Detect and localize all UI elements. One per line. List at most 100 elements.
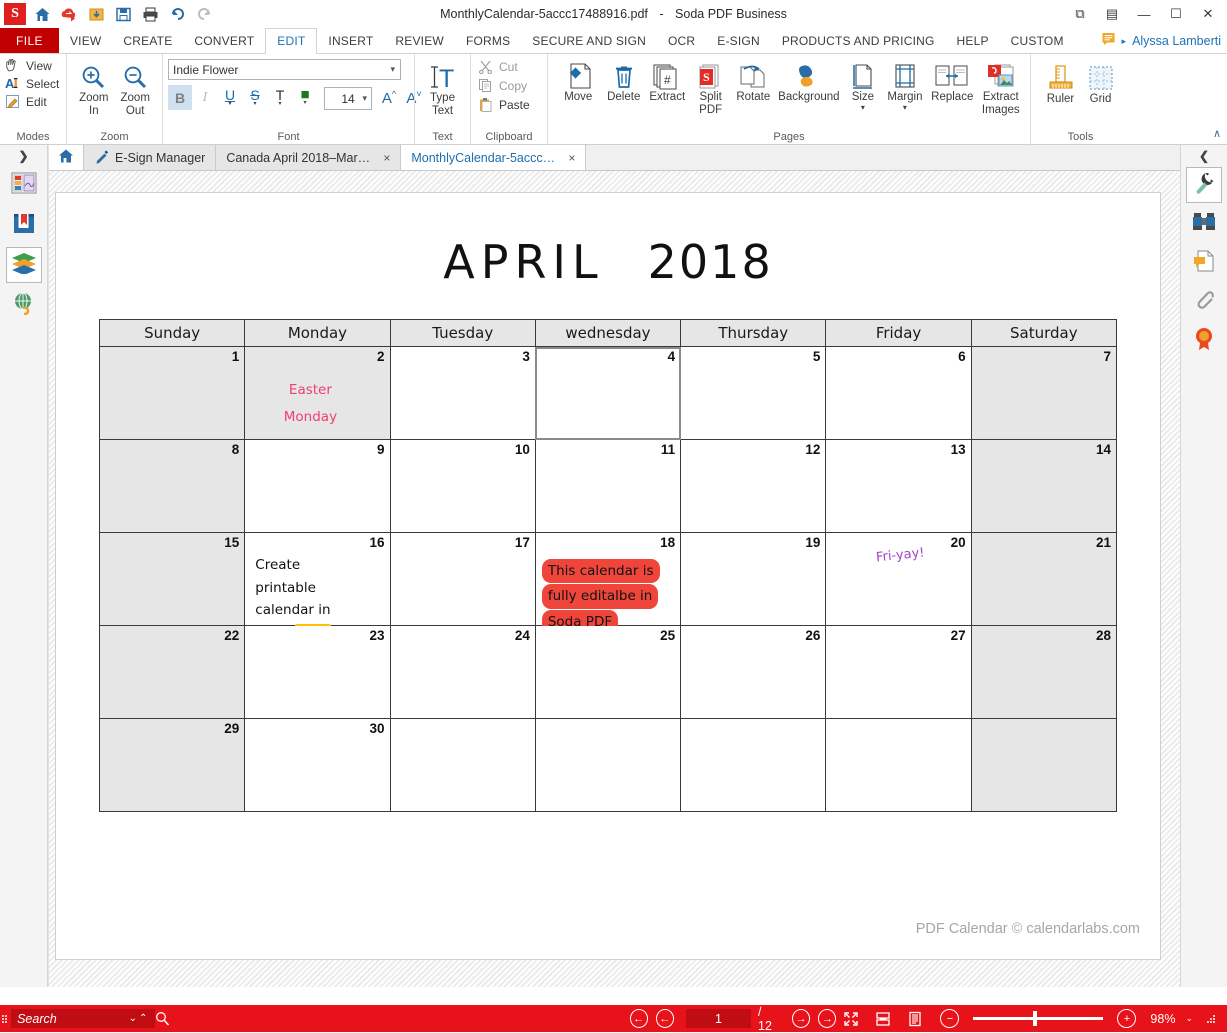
font-color-button[interactable]: ■ ▾ <box>293 85 317 110</box>
zoom-out-button[interactable]: Zoom Out <box>115 60 156 120</box>
chevron-down-icon[interactable]: ▾ <box>861 103 865 113</box>
chevron-down-icon[interactable]: ▾ <box>903 103 907 113</box>
day-note-soda-pdf[interactable]: This calendar is fully editalbe in Soda … <box>541 559 676 635</box>
next-page-button[interactable]: → <box>791 1009 811 1028</box>
zoom-out-button[interactable]: − <box>940 1009 960 1028</box>
menu-item-review[interactable]: REVIEW <box>384 28 455 53</box>
day-cell[interactable]: 19 <box>680 532 827 626</box>
page-size-button[interactable]: Size ▾ <box>843 59 883 115</box>
day-cell[interactable]: 22 <box>98 625 246 719</box>
links-panel-button[interactable] <box>6 287 42 323</box>
day-cell[interactable]: 13 <box>825 439 972 533</box>
day-cell[interactable]: 11 <box>534 439 682 533</box>
day-cell[interactable]: 5 <box>680 346 827 440</box>
day-cell[interactable]: 18 This calendar is fully editalbe in So… <box>534 532 682 634</box>
day-cell[interactable]: 6 <box>825 346 972 440</box>
type-text-button[interactable]: T Type Text <box>421 60 464 120</box>
day-cell[interactable] <box>825 718 972 812</box>
open-cloud-icon[interactable] <box>58 3 80 25</box>
menu-item-convert[interactable]: CONVERT <box>183 28 265 53</box>
last-page-button[interactable]: → <box>818 1009 837 1028</box>
day-note-easter-monday[interactable]: Easter Monday <box>245 377 375 431</box>
menu-item-file[interactable]: FILE <box>0 28 59 53</box>
day-cell[interactable]: 20 Fri-yay! <box>825 532 972 626</box>
replace-page-button[interactable]: Replace <box>927 59 978 106</box>
day-cell[interactable]: 17 <box>389 532 536 626</box>
mode-select-button[interactable]: A Select <box>4 75 59 92</box>
layers-panel-button[interactable] <box>5 247 42 283</box>
grow-font-button[interactable]: A^ <box>377 85 401 110</box>
extract-images-button[interactable]: Extract Images <box>978 59 1024 119</box>
pdf-page[interactable]: APRIL 2018 Sunday Monday Tuesday wednesda… <box>55 192 1161 960</box>
restore-down-icon[interactable]: ⧉ <box>1065 2 1095 26</box>
left-panel-expand-button[interactable]: ❯ <box>0 145 47 167</box>
day-cell-selected[interactable]: 4 <box>534 346 682 440</box>
delete-page-button[interactable]: Delete <box>603 59 645 106</box>
mode-edit-button[interactable]: Edit <box>4 93 47 110</box>
user-account-area[interactable]: ▸ Alyssa Lamberti <box>1101 28 1221 54</box>
day-cell[interactable]: 30 <box>244 718 391 812</box>
day-cell[interactable]: 8 <box>98 439 246 533</box>
rotate-page-button[interactable]: Rotate <box>732 59 775 106</box>
comments-panel-button[interactable] <box>1186 245 1222 281</box>
font-size-input[interactable]: 14 ▾ <box>324 87 372 110</box>
tab-esign-manager[interactable]: E-Sign Manager <box>84 145 217 170</box>
day-cell[interactable]: 23 <box>244 625 391 719</box>
menu-item-insert[interactable]: INSERT <box>317 28 384 53</box>
ruler-button[interactable]: Ruler <box>1041 61 1081 108</box>
day-cell[interactable]: 29 <box>98 718 246 812</box>
zoom-slider-track[interactable] <box>973 1011 1104 1026</box>
fit-screen-icon[interactable] <box>840 1009 862 1029</box>
day-cell[interactable]: 7 <box>970 346 1118 440</box>
download-icon[interactable] <box>85 3 107 25</box>
day-cell[interactable]: 2 Easter Monday <box>244 346 391 440</box>
day-cell[interactable]: 24 <box>389 625 536 719</box>
strikethrough-button[interactable]: S ▾ <box>243 85 267 110</box>
menu-item-edit[interactable]: EDIT <box>265 28 318 54</box>
menu-item-custom[interactable]: CUSTOM <box>1000 28 1075 53</box>
zoom-slider-thumb[interactable] <box>1033 1011 1038 1026</box>
print-icon[interactable] <box>139 3 161 25</box>
right-panel-expand-button[interactable]: ❮ <box>1181 145 1227 167</box>
bookmarks-panel-button[interactable] <box>6 207 42 243</box>
maximize-icon[interactable]: ☐ <box>1161 2 1191 26</box>
minimize-icon[interactable]: — <box>1129 2 1159 26</box>
day-cell[interactable]: 10 <box>389 439 536 533</box>
day-cell[interactable] <box>970 718 1118 812</box>
menu-item-esign[interactable]: E-SIGN <box>706 28 771 53</box>
day-cell[interactable] <box>680 718 827 812</box>
bold-button[interactable]: B <box>168 85 192 110</box>
single-page-view-icon[interactable] <box>872 1009 894 1029</box>
attachments-panel-button[interactable] <box>1186 284 1222 320</box>
tab-canada-april-2018[interactable]: Canada April 2018–March ... × <box>216 145 402 170</box>
day-cell[interactable]: 14 <box>970 439 1118 533</box>
zoom-slider[interactable] <box>973 1011 1104 1026</box>
undo-icon[interactable] <box>166 3 188 25</box>
first-page-button[interactable]: ← <box>629 1009 648 1028</box>
notifications-icon[interactable] <box>1101 31 1116 51</box>
copy-button[interactable]: Copy <box>477 77 527 94</box>
menu-item-secure-and-sign[interactable]: SECURE AND SIGN <box>521 28 657 53</box>
day-cell[interactable]: 16 Create printable calendar in PDF - Bl… <box>244 532 391 643</box>
zoom-in-button[interactable]: + <box>1117 1009 1137 1028</box>
continuous-view-icon[interactable] <box>904 1009 926 1029</box>
day-cell[interactable]: 3 <box>389 346 536 440</box>
day-cell[interactable]: 12 <box>680 439 827 533</box>
underline-button[interactable]: U ▾ <box>218 85 242 110</box>
chevron-down-icon[interactable]: ▾ <box>278 101 281 107</box>
mode-view-button[interactable]: View <box>4 57 52 74</box>
chevron-down-icon[interactable]: ⌄ <box>1185 1013 1193 1024</box>
chevron-down-icon[interactable]: ▾ <box>362 93 367 104</box>
save-icon[interactable] <box>112 3 134 25</box>
text-style-button[interactable]: T ▾ <box>268 85 292 110</box>
thumbnails-panel-button[interactable] <box>6 167 42 203</box>
redo-icon[interactable] <box>193 3 215 25</box>
paste-button[interactable]: Paste <box>477 96 530 113</box>
home-icon[interactable] <box>31 3 53 25</box>
split-pdf-button[interactable]: S Split PDF <box>690 59 732 119</box>
day-cell[interactable]: 21 <box>970 532 1118 626</box>
tab-monthlycalendar[interactable]: MonthlyCalendar-5accc17... × <box>401 145 587 170</box>
day-cell[interactable] <box>389 718 536 812</box>
status-resize-grip-icon[interactable] <box>1203 1014 1219 1024</box>
menu-item-create[interactable]: CREATE <box>112 28 183 53</box>
